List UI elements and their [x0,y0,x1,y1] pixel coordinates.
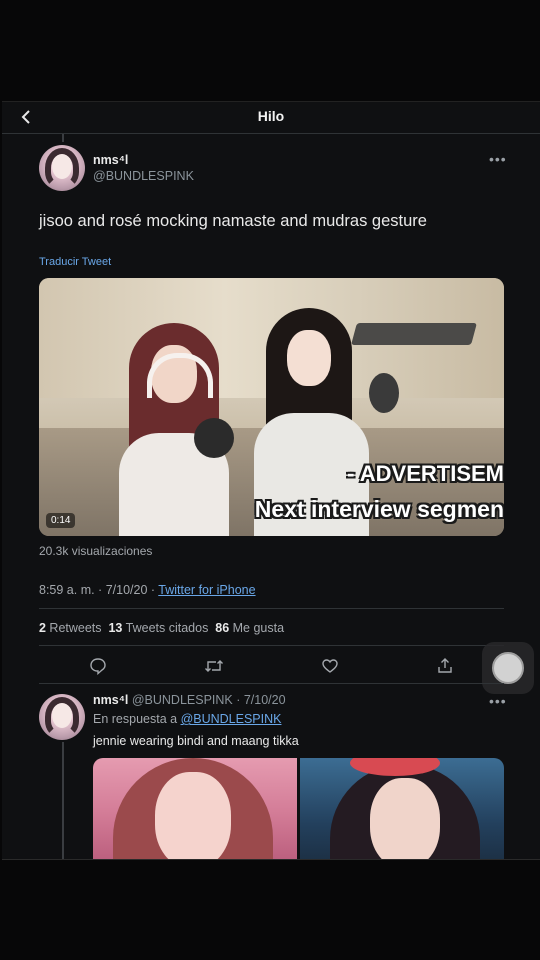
assistive-touch-button[interactable] [482,642,534,694]
top-bar: Hilo [2,102,540,134]
tweet-timestamp: 8:59 a. m. · 7/10/20 · [39,583,159,597]
tweet-source-link[interactable]: Twitter for iPhone [158,583,255,597]
author-handle[interactable]: @BUNDLESPINK [93,169,194,183]
video-duration: 0:14 [46,513,76,528]
avatar[interactable] [39,145,85,191]
share-icon [438,658,452,673]
reply-handle-date: @BUNDLESPINK · 7/10/20 [128,693,286,707]
avatar[interactable] [39,694,85,740]
avatar-hair [45,697,79,737]
retweets-label[interactable]: Retweets [46,621,109,635]
video-caption-line1: - ADVERTISEM [347,461,504,486]
video-caption-line2: Next interview segmen [254,496,504,522]
reply-to: En respuesta a @BUNDLESPINK [93,712,281,726]
divider [39,683,504,684]
like-icon [322,659,338,673]
retweet-icon [205,660,223,672]
reply-image-right[interactable] [300,758,504,859]
more-icon[interactable]: ••• [489,694,507,708]
author-name[interactable]: nms⁴l [93,153,128,167]
video-keyboard [351,323,477,345]
microphone-icon [369,373,399,413]
microphone-icon [194,418,234,458]
reply-author-name[interactable]: nms⁴l [93,693,128,707]
reply-icon [90,658,106,675]
thread-connector [62,134,64,142]
tweet-meta: 8:59 a. m. · 7/10/20 · Twitter for iPhon… [39,583,256,597]
like-button[interactable] [317,655,343,677]
likes-label[interactable]: Me gusta [229,621,284,635]
reply-image-left[interactable] [93,758,297,859]
assistive-touch-dot [492,652,524,684]
translate-tweet-link[interactable]: Traducir Tweet [39,256,111,268]
tweet-stats: 2 Retweets 13 Tweets citados 86 Me gusta [39,621,284,635]
reply-header: nms⁴l @BUNDLESPINK · 7/10/20 [93,693,286,707]
reply-button[interactable] [85,655,111,677]
likes-count[interactable]: 86 [215,621,229,635]
quotes-label[interactable]: Tweets citados [122,621,215,635]
video-player[interactable]: - ADVERTISEM Next interview segmen 0:14 [39,278,504,536]
reply-text: jennie wearing bindi and maang tikka [93,734,299,748]
share-button[interactable] [432,655,458,677]
reply-to-label: En respuesta a [93,712,181,726]
page-title: Hilo [257,108,285,124]
avatar-hair [45,148,79,188]
quotes-count[interactable]: 13 [108,621,122,635]
divider [39,608,504,609]
divider [39,645,504,646]
view-count: 20.3k visualizaciones [39,544,153,558]
thread-screen: Hilo nms⁴l @BUNDLESPINK ••• jisoo and ro… [2,101,540,860]
tweet-text: jisoo and rosé mocking namaste and mudra… [39,212,427,230]
retweets-count[interactable]: 2 [39,621,46,635]
reply-to-mention[interactable]: @BUNDLESPINK [181,712,282,726]
thread-connector [62,742,64,859]
retweet-button[interactable] [201,655,227,677]
more-icon[interactable]: ••• [489,152,507,166]
